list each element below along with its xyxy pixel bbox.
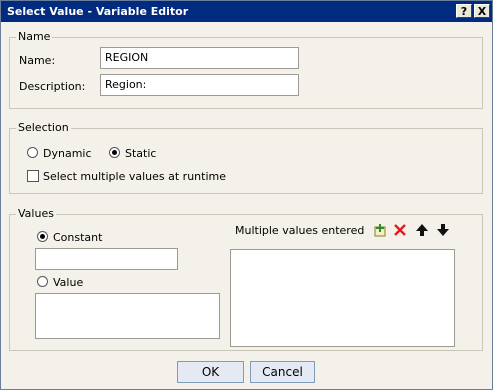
add-icon[interactable]	[373, 223, 387, 237]
dynamic-radio[interactable]	[27, 147, 38, 158]
constant-input[interactable]	[35, 248, 178, 270]
cancel-button[interactable]: Cancel	[250, 361, 315, 383]
static-radio[interactable]	[109, 147, 120, 158]
ok-button[interactable]: OK	[177, 361, 244, 383]
description-input[interactable]: Region:	[100, 74, 299, 96]
dynamic-label[interactable]: Dynamic	[43, 147, 92, 160]
delete-icon[interactable]	[393, 223, 407, 237]
values-group-legend: Values	[16, 207, 56, 220]
selection-group-legend: Selection	[16, 121, 71, 134]
constant-label[interactable]: Constant	[53, 231, 102, 244]
static-label[interactable]: Static	[125, 147, 156, 160]
value-textbox[interactable]	[35, 293, 220, 339]
help-button[interactable]: ?	[456, 4, 472, 18]
value-radio[interactable]	[37, 276, 48, 287]
name-group-legend: Name	[16, 30, 53, 43]
dialog-title: Select Value - Variable Editor	[7, 5, 189, 18]
multiple-values-entered-label: Multiple values entered	[235, 224, 365, 237]
variable-editor-dialog: Select Value - Variable Editor ? X Name …	[0, 0, 493, 390]
selection-group: Selection	[9, 121, 483, 194]
name-label: Name:	[19, 54, 56, 67]
title-bar[interactable]: Select Value - Variable Editor ? X	[1, 1, 492, 22]
name-input[interactable]: REGION	[100, 47, 299, 69]
value-label[interactable]: Value	[53, 276, 83, 289]
description-label: Description:	[19, 80, 86, 93]
arrow-down-icon[interactable]	[436, 223, 450, 237]
constant-radio[interactable]	[37, 231, 48, 242]
multiple-values-checkbox[interactable]	[27, 170, 39, 182]
close-button[interactable]: X	[474, 4, 490, 18]
multiple-values-label[interactable]: Select multiple values at runtime	[43, 170, 226, 183]
multiple-values-list[interactable]	[230, 249, 455, 347]
arrow-up-icon[interactable]	[415, 223, 429, 237]
